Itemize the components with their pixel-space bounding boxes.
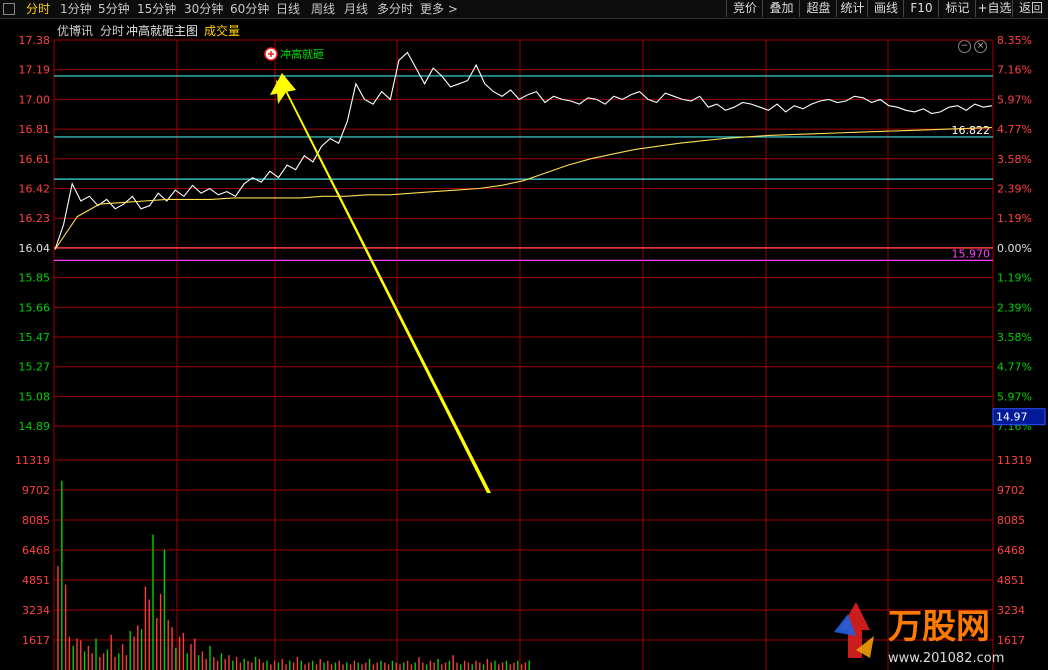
toolbar-button[interactable]: 统计 <box>836 0 868 17</box>
reference-line-label: 16.822 <box>952 124 991 137</box>
volume-indicator-label: 成交量 <box>204 24 241 38</box>
price-tick-label: 16.23 <box>19 212 51 225</box>
period-toolbar: 分时 1分钟 5分钟 15分钟 30分钟 60分钟 日线 周线 月线 多分时 更多 > 竞价 叠加 超盘统… <box>0 0 1048 19</box>
pct-tick-label: 4.77% <box>997 123 1032 136</box>
price-line <box>54 51 993 250</box>
current-price-label: 14.97 <box>996 411 1028 424</box>
period-tab[interactable]: 5分钟 <box>98 1 130 17</box>
price-tick-label: 16.42 <box>19 183 51 196</box>
toolbar-button[interactable]: 竞价 <box>726 0 763 17</box>
watermark-url: www.201082.com <box>888 651 1004 666</box>
period-tab[interactable]: 多分时 <box>377 1 413 17</box>
chart-mode: 分时 <box>100 24 125 38</box>
period-tab[interactable]: 周线 <box>311 1 335 17</box>
toolbar-button[interactable]: 标记 <box>938 0 976 17</box>
pct-tick-label: 0.00% <box>997 242 1032 255</box>
volume-tick-label: 1617 <box>22 634 50 647</box>
volume-tick-label: 4851 <box>997 574 1025 587</box>
price-tick-label: 16.61 <box>19 153 51 166</box>
chart-header: 优博讯 分时 冲高就砸主图 成交量 − × <box>0 19 1048 53</box>
pct-tick-label: 2.39% <box>997 183 1032 196</box>
volume-tick-label: 6468 <box>22 544 50 557</box>
volume-tick-label: 8085 <box>997 514 1025 527</box>
pct-tick-label: 5.97% <box>997 390 1032 403</box>
toolbar-button[interactable]: +自选 <box>975 0 1013 17</box>
plus-circle-icon <box>264 47 278 61</box>
pct-tick-label: 2.39% <box>997 301 1032 314</box>
volume-tick-label: 9702 <box>997 484 1025 497</box>
volume-tick-label: 4851 <box>22 574 50 587</box>
price-tick-label: 16.04 <box>19 242 51 255</box>
price-tick-label: 15.08 <box>19 390 51 403</box>
axis-labels: 17.38 8.35%17.19 7.16%17.00 5.97%16.81 4.77%… <box>15 34 1046 647</box>
volume-tick-label: 11319 <box>15 454 50 467</box>
price-tick-label: 15.47 <box>19 331 51 344</box>
pct-tick-label: 7.16% <box>997 64 1032 77</box>
current-price-box <box>992 408 1046 426</box>
price-tick-label: 15.66 <box>19 301 51 314</box>
price-tick-label: 17.00 <box>19 93 51 106</box>
price-lines <box>54 51 993 250</box>
pct-tick-label: 5.97% <box>997 93 1032 106</box>
period-tab[interactable]: 1分钟 <box>60 1 92 17</box>
toolbar-button[interactable]: 画线 <box>867 0 904 17</box>
average-price-line <box>54 126 993 250</box>
volume-tick-label: 3234 <box>22 604 50 617</box>
toolbar-button[interactable]: F10 <box>903 0 939 17</box>
price-tick-label: 15.85 <box>19 272 51 285</box>
period-tab[interactable]: 30分钟 <box>184 1 223 17</box>
close-icon[interactable]: × <box>974 40 987 53</box>
volume-tick-label: 6468 <box>997 544 1025 557</box>
pct-tick-label: 7.16% <box>997 420 1032 433</box>
window-toggle-icon[interactable] <box>3 3 15 15</box>
minus-icon[interactable]: − <box>958 40 971 53</box>
price-tick-label: 14.89 <box>19 420 51 433</box>
pct-tick-label: 1.19% <box>997 212 1032 225</box>
price-tick-label: 17.19 <box>19 64 51 77</box>
intraday-chart: 16.82215.970 17.38 8.35%17.19 7.16%17.00 5.… <box>15 34 1046 670</box>
reference-line-label: 15.970 <box>952 247 991 260</box>
toolbar-button[interactable]: 超盘 <box>799 0 837 17</box>
volume-bars <box>57 480 530 670</box>
annotation-label: 冲高就砸 <box>280 47 324 61</box>
pct-tick-label: 1.19% <box>997 272 1032 285</box>
pct-tick-label: 4.77% <box>997 361 1032 374</box>
watermark-logo: 万股网 www.201082.com <box>834 602 1004 666</box>
period-tab[interactable]: 15分钟 <box>137 1 176 17</box>
chart-title: 冲高就砸主图 <box>126 24 199 38</box>
volume-tick-label: 9702 <box>22 484 50 497</box>
grid-lines <box>53 39 994 670</box>
watermark-brand: 万股网 <box>888 607 990 647</box>
arrow-head <box>270 73 296 95</box>
period-tab[interactable]: 更多 > <box>420 1 458 17</box>
toolbar-button[interactable]: 返回 <box>1012 0 1048 17</box>
toolbar-button[interactable]: 叠加 <box>762 0 800 17</box>
period-tab[interactable]: 月线 <box>344 1 368 17</box>
pct-tick-label: 3.58% <box>997 153 1032 166</box>
reference-lines: 16.822 15.970 <box>54 75 993 262</box>
period-tab[interactable]: 日线 <box>276 1 300 17</box>
price-tick-label: 15.27 <box>19 361 51 374</box>
period-tab[interactable]: 分时 <box>26 1 50 17</box>
annotation-arrow <box>276 80 491 493</box>
annotation: 冲高就砸 <box>264 47 491 493</box>
volume-tick-label: 11319 <box>997 454 1032 467</box>
pct-tick-label: 3.58% <box>997 331 1032 344</box>
stock-name: 优博讯 <box>57 24 94 38</box>
period-tab[interactable]: 60分钟 <box>230 1 269 17</box>
price-tick-label: 16.81 <box>19 123 51 136</box>
volume-tick-label: 8085 <box>22 514 50 527</box>
